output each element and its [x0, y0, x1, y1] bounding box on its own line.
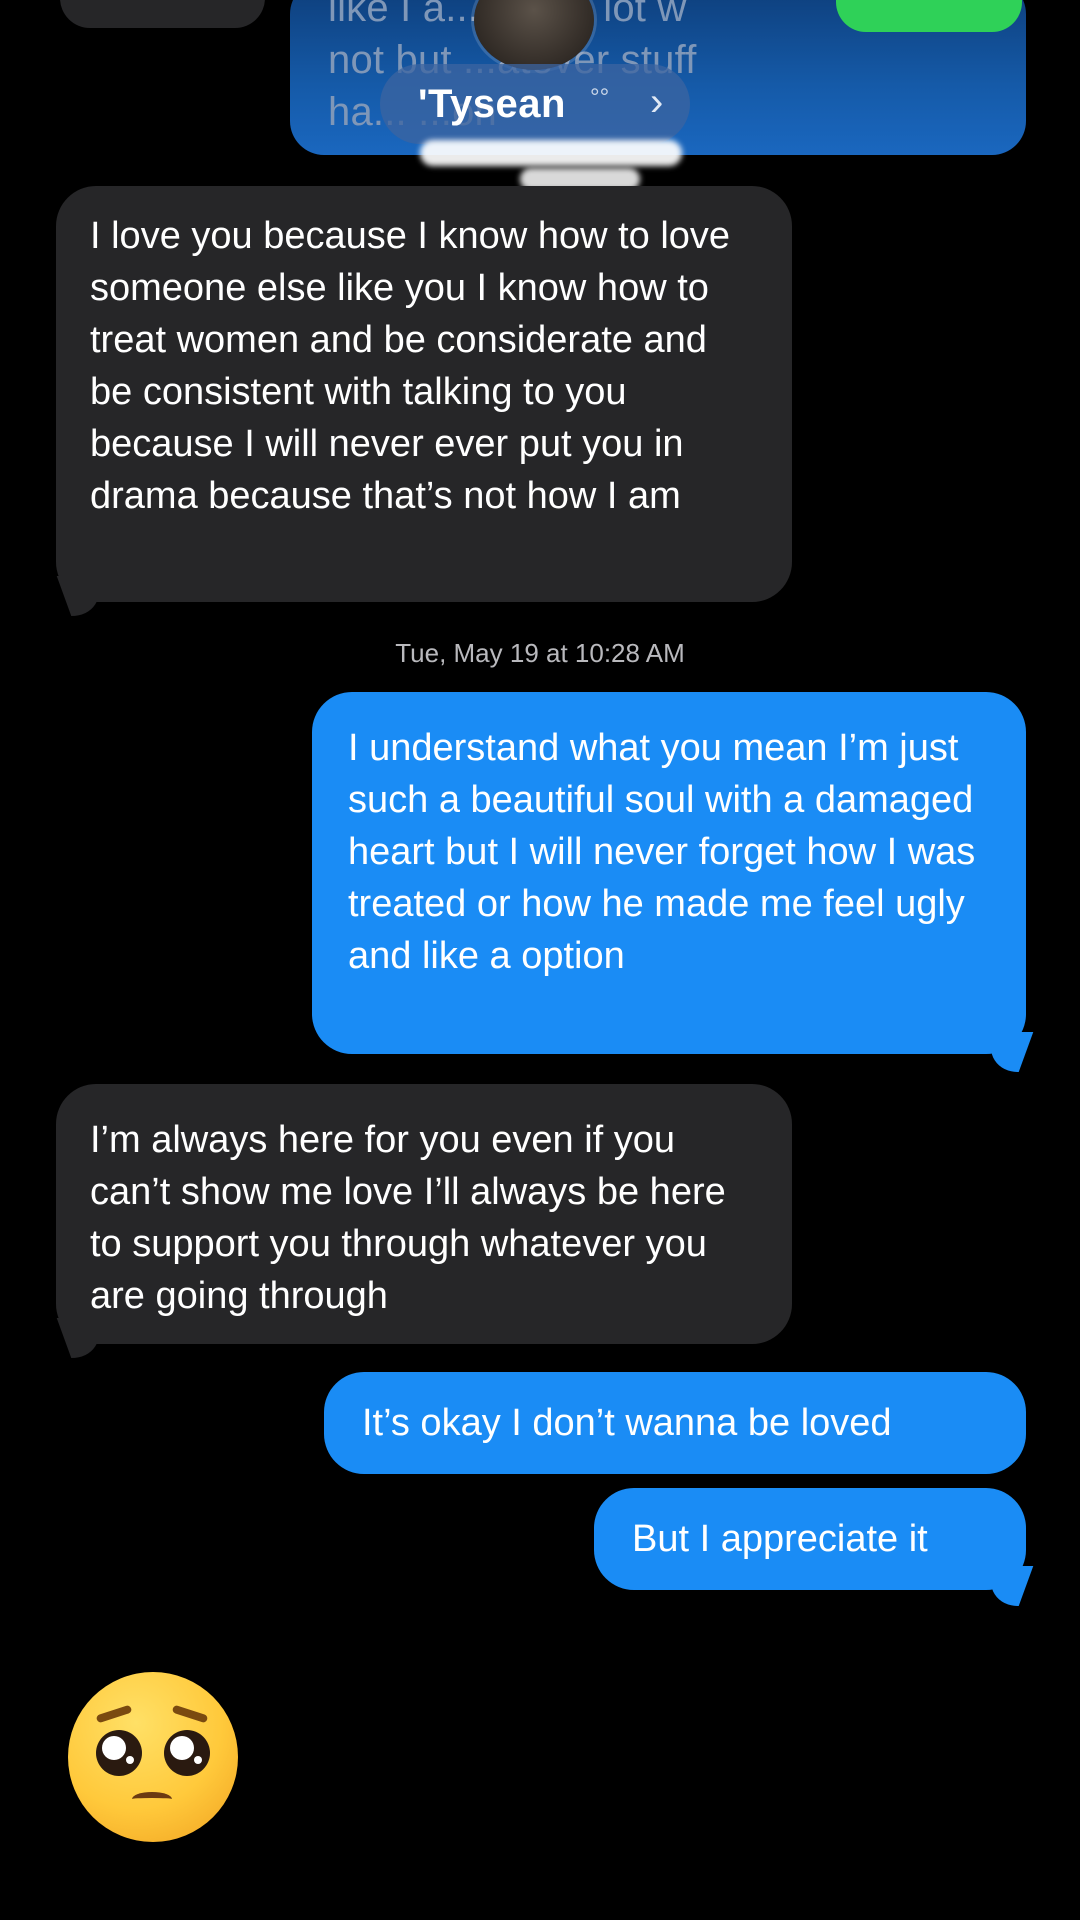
message-text: I understand what you mean I’m just such…: [348, 727, 976, 977]
message-text: I love you because I know how to love so…: [90, 215, 731, 517]
message-timestamp: Tue, May 19 at 10:28 AM: [395, 638, 685, 668]
emoji-eye: [96, 1730, 142, 1776]
sent-message-bubble[interactable]: It’s okay I don’t wanna be loved: [324, 1372, 1026, 1474]
sent-message-bubble[interactable]: But I appreciate it: [594, 1488, 1026, 1590]
pleading-face-emoji-icon: [68, 1672, 238, 1842]
message-text: But I appreciate it: [632, 1518, 928, 1560]
contact-name[interactable]: 'Tysean: [418, 82, 566, 127]
received-message-bubble[interactable]: I’m always here for you even if you can’…: [56, 1084, 792, 1344]
chevron-right-icon[interactable]: ›: [650, 80, 663, 125]
redaction-blur: [420, 140, 682, 166]
status-icon: °°: [590, 84, 610, 111]
emoji-mouth: [132, 1792, 172, 1806]
emoji-eye: [164, 1730, 210, 1776]
previous-received-bubble-fragment: [60, 0, 265, 28]
sent-message-bubble[interactable]: I understand what you mean I’m just such…: [312, 692, 1026, 1054]
received-message-bubble[interactable]: I love you because I know how to love so…: [56, 186, 792, 602]
message-text: It’s okay I don’t wanna be loved: [362, 1402, 892, 1444]
emoji-brow: [95, 1704, 133, 1724]
emoji-brow: [171, 1704, 209, 1724]
previous-green-bubble-fragment: [836, 0, 1022, 32]
message-text: I’m always here for you even if you can’…: [90, 1119, 726, 1317]
